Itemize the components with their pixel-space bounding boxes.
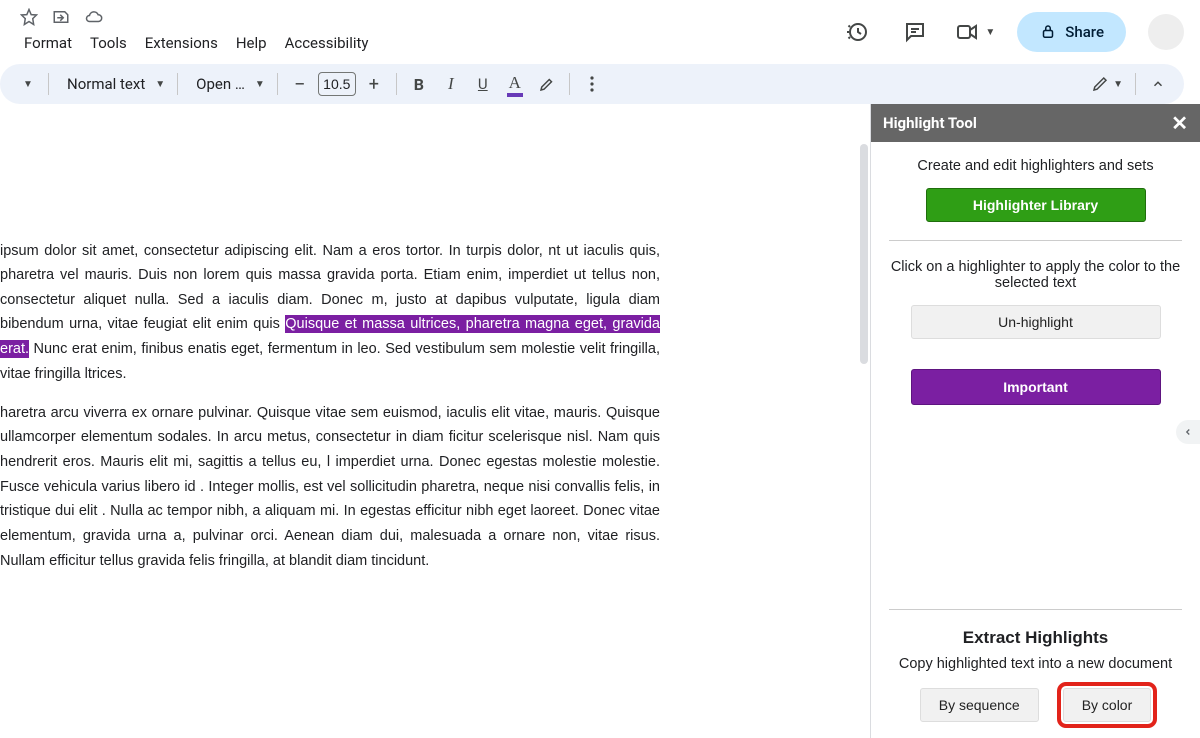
chevron-down-icon: ▼ bbox=[151, 79, 165, 90]
paragraph: ipsum dolor sit amet, consectetur adipis… bbox=[0, 239, 660, 387]
cloud-icon[interactable] bbox=[84, 8, 104, 26]
extract-subtitle: Copy highlighted text into a new documen… bbox=[889, 656, 1182, 672]
expand-side-rail-button[interactable] bbox=[1176, 420, 1200, 444]
font-size-input[interactable] bbox=[318, 72, 356, 96]
avatar[interactable] bbox=[1148, 14, 1184, 50]
comments-icon[interactable] bbox=[897, 14, 933, 50]
extract-title: Extract Highlights bbox=[889, 628, 1182, 648]
panel-intro: Create and edit highlighters and sets bbox=[917, 158, 1153, 174]
share-button[interactable]: Share bbox=[1017, 12, 1126, 52]
highlighter-library-button[interactable]: Highlighter Library bbox=[926, 188, 1146, 222]
toolbar: ▼ Normal text ▼ Open … ▼ − + B I U A ▼ bbox=[0, 64, 1184, 104]
by-color-button[interactable]: By color bbox=[1063, 688, 1152, 722]
menubar: Format Tools Extensions Help Accessibili… bbox=[16, 30, 831, 56]
text-color-button[interactable]: A bbox=[501, 70, 529, 98]
bold-button[interactable]: B bbox=[405, 70, 433, 98]
important-highlighter-button[interactable]: Important bbox=[911, 369, 1161, 405]
styles-dropdown[interactable]: Normal text ▼ bbox=[57, 70, 169, 98]
apply-hint: Click on a highlighter to apply the colo… bbox=[889, 259, 1182, 291]
scrollbar[interactable] bbox=[860, 144, 868, 364]
unhighlight-button[interactable]: Un-highlight bbox=[911, 305, 1161, 339]
underline-button[interactable]: U bbox=[469, 70, 497, 98]
collapse-toolbar-button[interactable] bbox=[1144, 70, 1172, 98]
chevron-down-icon: ▼ bbox=[1109, 79, 1123, 90]
decrease-font-button[interactable]: − bbox=[286, 70, 314, 98]
divider bbox=[889, 240, 1182, 241]
star-icon[interactable] bbox=[20, 8, 38, 26]
highlight-tool-panel: Highlight Tool ✕ Create and edit highlig… bbox=[870, 104, 1200, 738]
italic-button[interactable]: I bbox=[437, 70, 465, 98]
increase-font-button[interactable]: + bbox=[360, 70, 388, 98]
close-icon[interactable]: ✕ bbox=[1171, 111, 1188, 135]
menu-accessibility[interactable]: Accessibility bbox=[277, 30, 377, 56]
divider bbox=[889, 609, 1182, 610]
paragraph: haretra arcu viverra ex ornare pulvinar.… bbox=[0, 401, 660, 573]
menu-tools[interactable]: Tools bbox=[82, 30, 135, 56]
share-label: Share bbox=[1065, 23, 1104, 41]
menu-help[interactable]: Help bbox=[228, 30, 275, 56]
font-dropdown[interactable]: Open … ▼ bbox=[186, 70, 269, 98]
menu-format[interactable]: Format bbox=[16, 30, 80, 56]
more-left-icon[interactable]: ▼ bbox=[12, 70, 40, 98]
menu-extensions[interactable]: Extensions bbox=[137, 30, 226, 56]
editing-mode-button[interactable]: ▼ bbox=[1087, 70, 1127, 98]
meet-button[interactable]: ▼ bbox=[955, 20, 995, 44]
chevron-down-icon: ▼ bbox=[251, 79, 265, 90]
highlight-color-button[interactable] bbox=[533, 70, 561, 98]
move-icon[interactable] bbox=[52, 8, 70, 26]
by-sequence-button[interactable]: By sequence bbox=[920, 688, 1039, 722]
more-format-icon[interactable] bbox=[578, 70, 606, 98]
chevron-down-icon: ▼ bbox=[981, 27, 995, 38]
history-icon[interactable] bbox=[839, 14, 875, 50]
document-canvas[interactable]: ipsum dolor sit amet, consectetur adipis… bbox=[0, 104, 870, 738]
panel-title: Highlight Tool bbox=[883, 114, 977, 132]
